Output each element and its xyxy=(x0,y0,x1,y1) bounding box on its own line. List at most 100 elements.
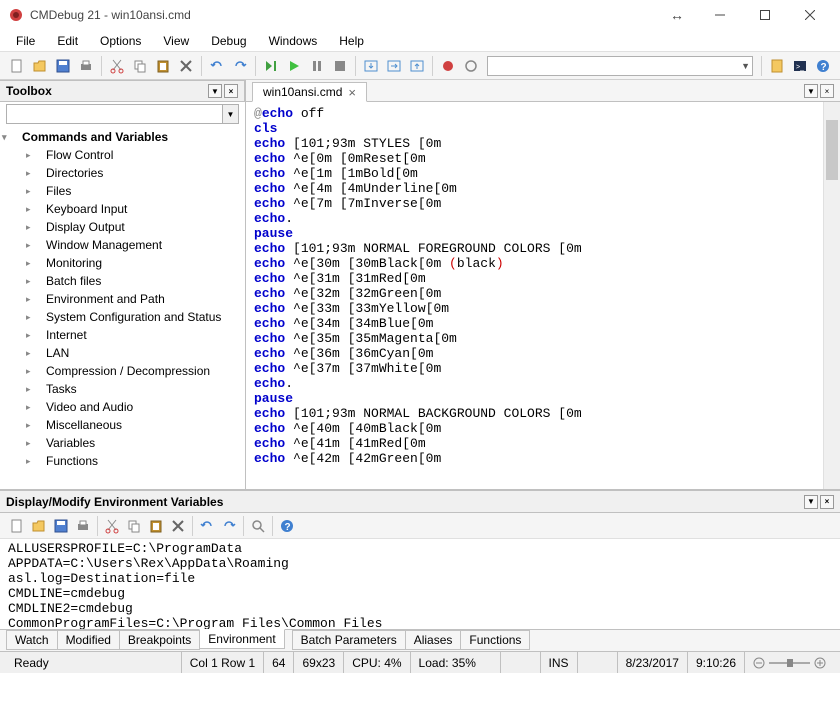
pause-button[interactable] xyxy=(306,55,328,77)
vertical-scrollbar[interactable] xyxy=(823,102,840,489)
terminal-button[interactable]: >_ xyxy=(789,55,811,77)
tree-item[interactable]: ▸Flow Control xyxy=(0,146,245,164)
bottom-tab-functions[interactable]: Functions xyxy=(460,630,530,650)
menu-edit[interactable]: Edit xyxy=(47,32,88,50)
env-text[interactable]: ALLUSERSPROFILE=C:\ProgramData APPDATA=C… xyxy=(0,539,840,629)
record-off-button[interactable] xyxy=(460,55,482,77)
chevron-right-icon: ▸ xyxy=(26,276,38,287)
tree-item[interactable]: ▸Internet xyxy=(0,326,245,344)
tree-item[interactable]: ▸Tasks xyxy=(0,380,245,398)
bottom-tab-breakpoints[interactable]: Breakpoints xyxy=(119,630,200,650)
tree-item[interactable]: ▸Environment and Path xyxy=(0,290,245,308)
tree-item[interactable]: ▸System Configuration and Status xyxy=(0,308,245,326)
menu-debug[interactable]: Debug xyxy=(201,32,256,50)
tree-item[interactable]: ▸ Display Output xyxy=(0,218,245,236)
bottom-tabs: WatchModifiedBreakpointsEnvironment Batch… xyxy=(0,629,840,651)
tree-item[interactable]: ▸Miscellaneous xyxy=(0,416,245,434)
env-redo-button[interactable] xyxy=(218,515,240,537)
copy-button[interactable] xyxy=(129,55,151,77)
tree-item[interactable]: ▸Variables xyxy=(0,434,245,452)
tree-item[interactable]: ▸LAN xyxy=(0,344,245,362)
bottom-tab-batch-parameters[interactable]: Batch Parameters xyxy=(292,630,406,650)
tree-item-label: Tasks xyxy=(46,382,77,396)
tree-item[interactable]: ▸Compression / Decompression xyxy=(0,362,245,380)
minimize-button[interactable] xyxy=(697,1,742,29)
env-delete-button[interactable] xyxy=(167,515,189,537)
run-button[interactable] xyxy=(283,55,305,77)
toolbox-search-input[interactable] xyxy=(6,104,223,124)
menu-help[interactable]: Help xyxy=(329,32,374,50)
step-over-button[interactable] xyxy=(383,55,405,77)
env-copy-button[interactable] xyxy=(123,515,145,537)
chevron-right-icon: ▸ xyxy=(26,222,38,233)
menu-options[interactable]: Options xyxy=(90,32,151,50)
print-button[interactable] xyxy=(75,55,97,77)
env-paste-button[interactable] xyxy=(145,515,167,537)
tree-item[interactable]: ▸Video and Audio xyxy=(0,398,245,416)
save-button[interactable] xyxy=(52,55,74,77)
chevron-right-icon: ▸ xyxy=(26,420,38,431)
env-print-button[interactable] xyxy=(72,515,94,537)
run-to-cursor-button[interactable] xyxy=(260,55,282,77)
editor-panel: win10ansi.cmd × ▼ × @echo off cls echo [… xyxy=(246,80,840,489)
chevron-right-icon: ▸ xyxy=(26,438,38,449)
close-button[interactable] xyxy=(787,1,832,29)
undo-button[interactable] xyxy=(206,55,228,77)
new-button[interactable] xyxy=(6,55,28,77)
record-button[interactable] xyxy=(437,55,459,77)
env-dropdown-button[interactable]: ▼ xyxy=(804,495,818,509)
editor-tab[interactable]: win10ansi.cmd × xyxy=(252,82,367,102)
env-help-button[interactable]: ? xyxy=(276,515,298,537)
zoom-slider[interactable] xyxy=(744,652,834,673)
maximize-button[interactable] xyxy=(742,1,787,29)
code-editor[interactable]: @echo off cls echo [101;93m STYLES [0m e… xyxy=(246,102,840,489)
tree-root[interactable]: ▾ Commands and Variables xyxy=(0,128,245,146)
tree-item-label: Files xyxy=(46,184,71,198)
paste-button[interactable] xyxy=(152,55,174,77)
toolbox-tree[interactable]: ▾ Commands and Variables ▸Flow Control▸D… xyxy=(0,126,245,489)
tree-item[interactable]: ▸Directories xyxy=(0,164,245,182)
bookmark-button[interactable] xyxy=(766,55,788,77)
cut-button[interactable] xyxy=(106,55,128,77)
tree-item[interactable]: ▸Monitoring xyxy=(0,254,245,272)
menu-file[interactable]: File xyxy=(6,32,45,50)
bottom-tab-aliases[interactable]: Aliases xyxy=(405,630,462,650)
bottom-tab-environment[interactable]: Environment xyxy=(199,629,284,649)
menu-view[interactable]: View xyxy=(153,32,199,50)
menu-windows[interactable]: Windows xyxy=(259,32,328,50)
env-header: Display/Modify Environment Variables ▼ × xyxy=(0,491,840,513)
search-combo[interactable]: ▼ xyxy=(487,56,753,76)
tab-close-icon[interactable]: × xyxy=(348,86,356,99)
step-out-button[interactable] xyxy=(406,55,428,77)
env-cut-button[interactable] xyxy=(101,515,123,537)
env-undo-button[interactable] xyxy=(196,515,218,537)
pane-close-button[interactable]: × xyxy=(224,84,238,98)
status-load: Load: 35% xyxy=(410,652,500,673)
tree-item[interactable]: ▸Files xyxy=(0,182,245,200)
delete-button[interactable] xyxy=(175,55,197,77)
status-num1: 64 xyxy=(263,652,293,673)
app-icon xyxy=(8,7,24,23)
chevron-right-icon: ▸ xyxy=(26,150,38,161)
env-find-button[interactable] xyxy=(247,515,269,537)
tree-item[interactable]: ▸Functions xyxy=(0,452,245,470)
env-close-button[interactable]: × xyxy=(820,495,834,509)
editor-close-button[interactable]: × xyxy=(820,84,834,98)
help-button[interactable]: ? xyxy=(812,55,834,77)
pane-dropdown-button[interactable]: ▼ xyxy=(208,84,222,98)
open-button[interactable] xyxy=(29,55,51,77)
stop-button[interactable] xyxy=(329,55,351,77)
tree-item-label: Display Output xyxy=(46,220,125,234)
toolbox-search-dropdown[interactable]: ▼ xyxy=(223,104,239,124)
bottom-tab-watch[interactable]: Watch xyxy=(6,630,58,650)
tree-item[interactable]: ▸Keyboard Input xyxy=(0,200,245,218)
editor-dropdown-button[interactable]: ▼ xyxy=(804,84,818,98)
step-into-button[interactable] xyxy=(360,55,382,77)
env-save-button[interactable] xyxy=(50,515,72,537)
bottom-tab-modified[interactable]: Modified xyxy=(57,630,120,650)
tree-item[interactable]: ▸Window Management xyxy=(0,236,245,254)
env-new-button[interactable] xyxy=(6,515,28,537)
env-open-button[interactable] xyxy=(28,515,50,537)
tree-item[interactable]: ▸Batch files xyxy=(0,272,245,290)
redo-button[interactable] xyxy=(229,55,251,77)
